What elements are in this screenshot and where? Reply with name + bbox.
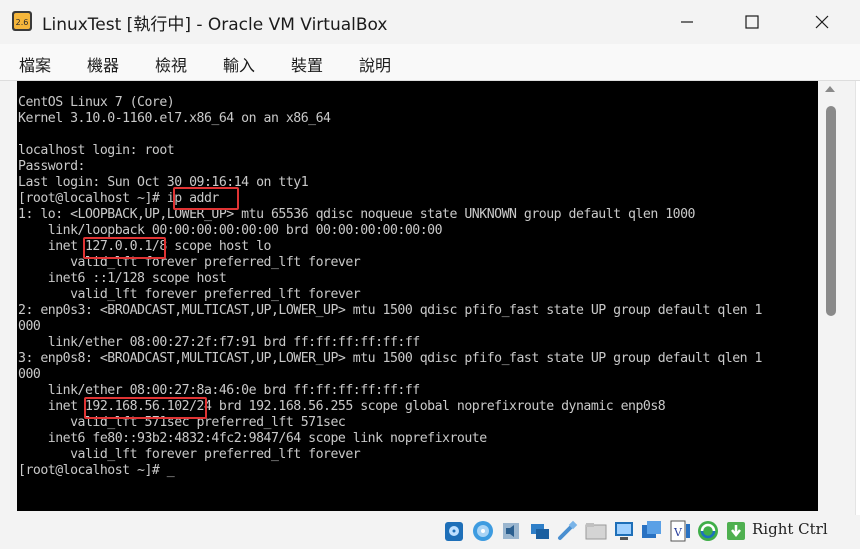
svg-text:V: V: [673, 526, 683, 539]
keyboard-icon[interactable]: [723, 518, 749, 544]
mouse-integration-icon[interactable]: [695, 518, 721, 544]
vm-console-screen[interactable]: CentOS Linux 7 (Core) Kernel 3.10.0-1160…: [17, 81, 818, 511]
optical-disk-icon[interactable]: [470, 518, 496, 544]
highlight-host-only-ip: [84, 397, 207, 419]
cpu-icon[interactable]: V: [667, 518, 693, 544]
maximize-icon: [745, 15, 759, 29]
menu-devices[interactable]: 裝置: [291, 52, 323, 76]
menu-file[interactable]: 檔案: [19, 52, 51, 76]
usb-icon[interactable]: [555, 518, 581, 544]
highlight-loopback-ip: [83, 237, 166, 259]
menu-help[interactable]: 說明: [359, 52, 391, 76]
menu-bar: 檔案 機器 檢視 輸入 裝置 說明: [0, 44, 860, 81]
maximize-button[interactable]: [720, 0, 784, 44]
scrollbar-thumb[interactable]: [826, 106, 836, 316]
console-output: CentOS Linux 7 (Core) Kernel 3.10.0-1160…: [18, 95, 762, 478]
title-bar[interactable]: 2.6 LinuxTest [執行中] - Oracle VM VirtualB…: [0, 0, 860, 44]
menu-input[interactable]: 輸入: [223, 52, 255, 76]
display-icon[interactable]: [611, 518, 637, 544]
window-title: LinuxTest [執行中] - Oracle VM VirtualBox: [42, 15, 388, 35]
shared-folders-icon[interactable]: [583, 518, 609, 544]
audio-icon[interactable]: [498, 518, 524, 544]
network-icon[interactable]: [527, 518, 553, 544]
virtualbox-app-icon: 2.6: [12, 11, 32, 31]
host-key-label: Right Ctrl: [752, 520, 828, 538]
menu-view[interactable]: 檢視: [155, 52, 187, 76]
window-edge-strip: [855, 81, 860, 515]
menu-machine[interactable]: 機器: [87, 52, 119, 76]
close-icon: [815, 15, 829, 29]
hard-disk-icon[interactable]: [441, 518, 467, 544]
recording-icon[interactable]: [639, 518, 665, 544]
minimize-button[interactable]: [655, 0, 719, 44]
status-bar: V: [0, 515, 860, 549]
close-button[interactable]: [790, 0, 854, 44]
svg-text:2.6: 2.6: [16, 18, 29, 27]
scroll-up-arrow-icon[interactable]: [825, 86, 835, 92]
highlight-ip-addr: [173, 187, 239, 210]
minimize-icon: [681, 21, 693, 23]
